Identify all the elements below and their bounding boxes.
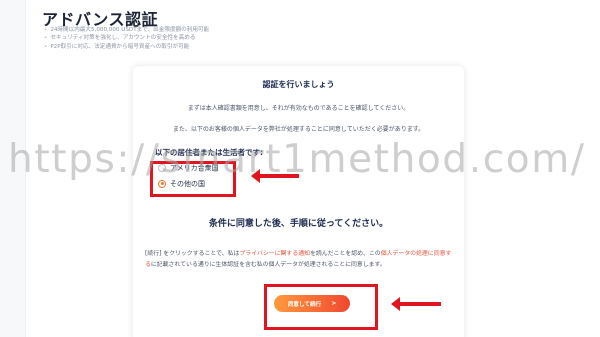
annotation-box-button [264,284,378,330]
feature-item: 24時間以内最大5,000,000 USDTまで、出金限度額の利用可能 [44,26,209,34]
consent-text: [続行] をクリックすることで、私はプライバシーに関する通知を読んだことを認め、… [145,249,455,270]
instruction-text: まずは本人確認書類を用意し、それが有効なものであることを確認してください。 [187,105,410,112]
left-sidebar [0,0,26,337]
consent-text-part: [続行] をクリックすることで、私は [145,251,240,257]
annotation-box-options [150,161,236,197]
residence-label: 以下の居住者または生活者です: [155,148,263,157]
conditions-heading: 条件に同意した後、手順に従ってください。 [208,219,389,229]
consent-text-part: に記載されている通りに生体認証を含む私の個人データが処理されることに同意します。 [150,261,386,268]
feature-item: P2P取引に対応、法定通貨から暗号資産への取引が可能 [44,43,209,51]
privacy-notice-link[interactable]: プライバシーに関する通知 [239,251,310,257]
feature-item: セキュリティ対策を強化し、アカウントの安全性を高める [44,34,209,42]
consent-text-part: を読んだことを認め、この [310,251,381,257]
card-title: 認証を行いましょう [262,80,335,89]
feature-list: 24時間以内最大5,000,000 USDTまで、出金限度額の利用可能 セキュリ… [44,26,209,51]
annotation-arrow-icon [391,297,441,311]
annotation-arrow-icon [251,169,299,183]
consent-notice-text: また、以下のお客様の個人データを弊社が処理することに同意していただく必要がありま… [172,126,425,133]
